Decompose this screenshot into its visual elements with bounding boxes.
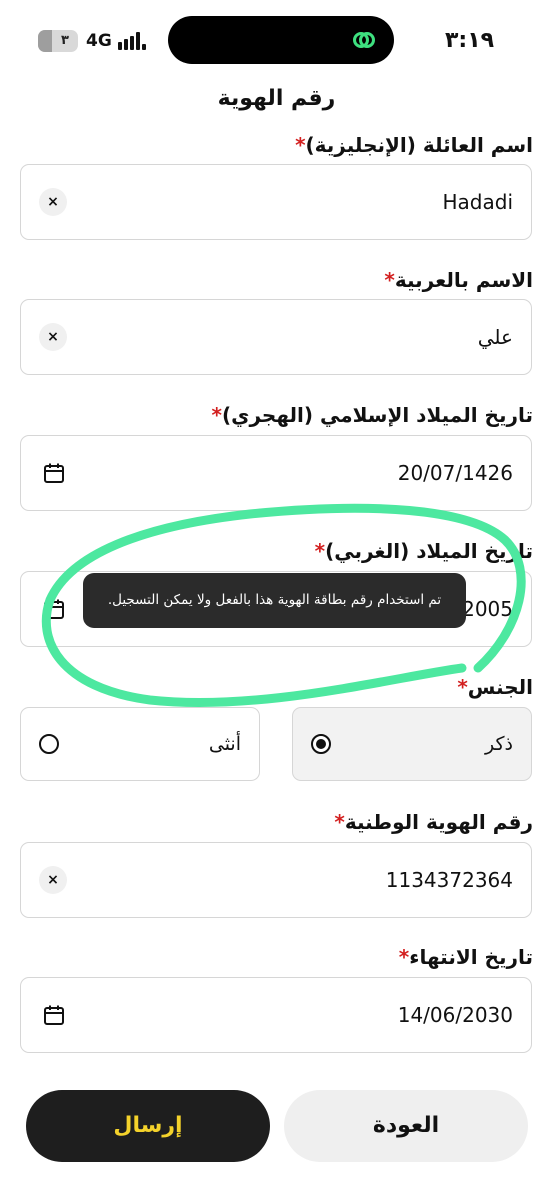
dynamic-island <box>168 16 394 64</box>
required-mark: * <box>211 403 222 427</box>
gender-option-female[interactable]: أنثى <box>20 707 260 781</box>
hijri-birth-input[interactable]: 20/07/1426 <box>20 435 532 511</box>
expiry-label: تاريخ الانتهاء* <box>398 945 533 969</box>
required-mark: * <box>457 675 468 699</box>
page-title: رقم الهوية <box>217 86 336 111</box>
hijri-birth-value: 20/07/1426 <box>397 461 513 485</box>
network-type: 4G <box>86 31 112 51</box>
submit-button[interactable]: إرسال <box>26 1090 270 1162</box>
gregorian-birth-value: 2005 <box>462 597 513 621</box>
app-link-icon <box>353 32 375 48</box>
signal-icon <box>118 32 148 50</box>
radio-icon[interactable] <box>311 734 331 754</box>
calendar-icon[interactable] <box>43 598 65 620</box>
clear-icon[interactable]: × <box>39 188 67 216</box>
arabic-name-value: علي <box>477 325 513 349</box>
battery-icon: ٣ <box>38 30 78 52</box>
national-id-label: رقم الهوية الوطنية* <box>334 810 533 834</box>
gender-label: الجنس* <box>457 675 533 699</box>
national-id-value: 1134372364 <box>385 868 513 892</box>
arabic-name-input[interactable]: علي × <box>20 299 532 375</box>
family-name-value: Hadadi <box>442 190 514 214</box>
required-mark: * <box>314 539 326 563</box>
radio-icon[interactable] <box>39 734 59 754</box>
gender-option-label: أنثى <box>208 733 241 755</box>
calendar-icon[interactable] <box>43 462 65 484</box>
status-time: ٣:١٩ <box>445 28 495 53</box>
clear-icon[interactable]: × <box>39 866 67 894</box>
battery-level: ٣ <box>61 33 69 48</box>
required-mark: * <box>334 810 345 834</box>
back-button[interactable]: العودة <box>284 1090 528 1162</box>
gender-option-label: ذكر <box>485 733 513 755</box>
status-bar: ٣ 4G ٣:١٩ <box>0 0 553 84</box>
family-name-input[interactable]: Hadadi × <box>20 164 532 240</box>
required-mark: * <box>295 133 306 157</box>
national-id-input[interactable]: 1134372364 × <box>20 842 532 918</box>
gregorian-birth-label: تاريخ الميلاد (الغربي)* <box>314 539 533 563</box>
gender-option-male[interactable]: ذكر <box>292 707 532 781</box>
expiry-input[interactable]: 14/06/2030 <box>20 977 532 1053</box>
battery-fill <box>38 30 52 52</box>
family-name-label: اسم العائلة (الإنجليزية)* <box>295 133 533 157</box>
clear-icon[interactable]: × <box>39 323 67 351</box>
expiry-value: 14/06/2030 <box>397 1003 513 1027</box>
required-mark: * <box>398 945 410 969</box>
required-mark: * <box>384 268 395 292</box>
hijri-birth-label: تاريخ الميلاد الإسلامي (الهجري)* <box>211 403 533 427</box>
calendar-icon[interactable] <box>43 1004 65 1026</box>
arabic-name-label: الاسم بالعربية* <box>384 268 533 292</box>
error-tooltip: تم استخدام رقم بطاقة الهوية هذا بالفعل و… <box>83 573 466 628</box>
